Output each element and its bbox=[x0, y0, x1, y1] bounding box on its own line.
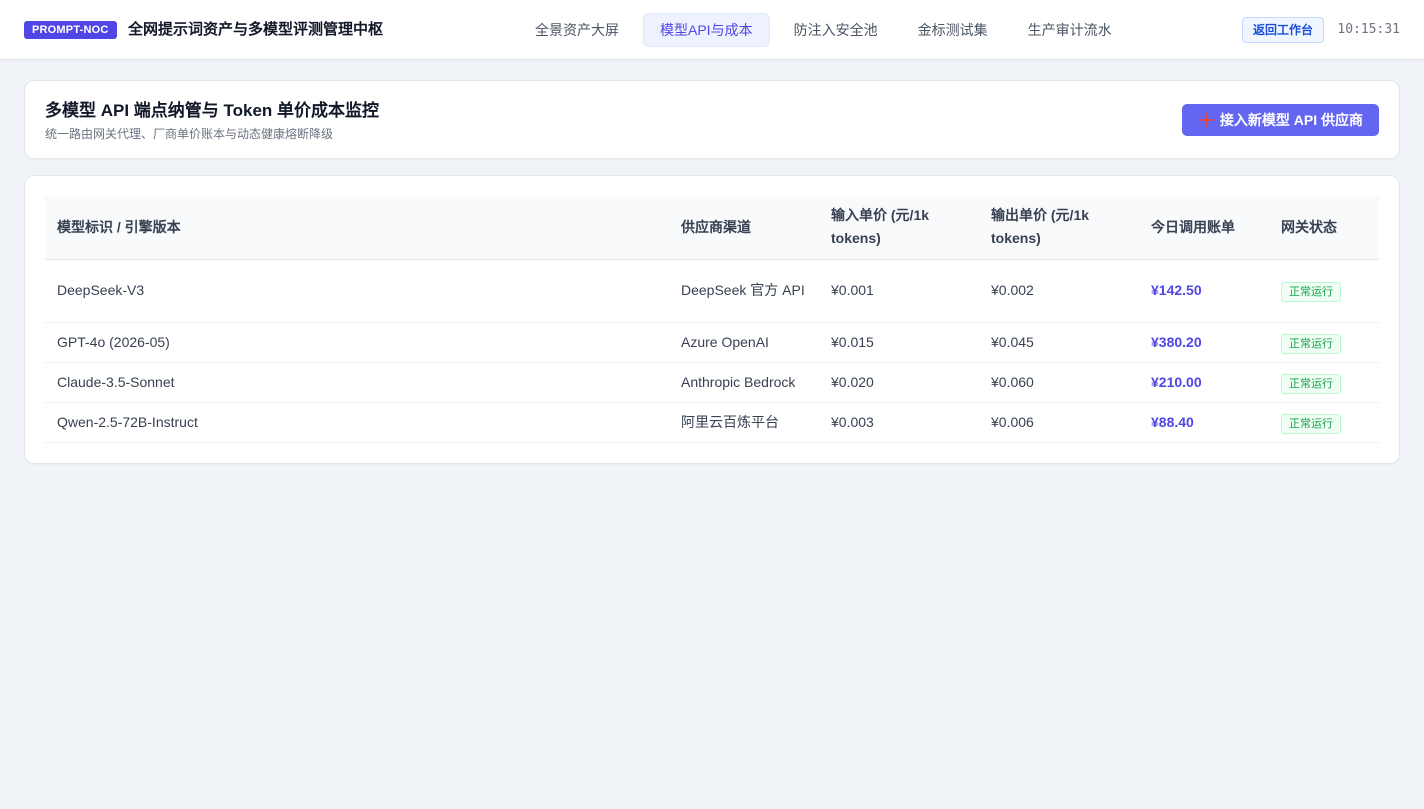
status-badge: 正常运行 bbox=[1281, 333, 1341, 354]
input-price-cell: ¥0.001 bbox=[819, 259, 979, 323]
page-subtitle: 统一路由网关代理、厂商单价账本与动态健康熔断降级 bbox=[45, 127, 334, 141]
plus-icon bbox=[1199, 112, 1214, 128]
input-price-cell: ¥0.020 bbox=[819, 362, 979, 403]
table-row[interactable]: Claude-3.5-Sonnet Anthropic Bedrock ¥0.0… bbox=[45, 362, 1379, 403]
provider-cell: DeepSeek 官方 API bbox=[669, 259, 819, 323]
add-provider-button[interactable]: 接入新模型 API 供应商 bbox=[1181, 104, 1379, 136]
brand-badge: PROMPT-NOC bbox=[24, 21, 117, 39]
tab-golden-testset[interactable]: 金标测试集 bbox=[902, 13, 1004, 47]
output-price-cell: ¥0.045 bbox=[979, 322, 1139, 363]
model-cell: DeepSeek-V3 bbox=[45, 259, 669, 323]
bill-cell: ¥88.40 bbox=[1139, 402, 1269, 443]
bill-cell: ¥210.00 bbox=[1139, 362, 1269, 403]
status-badge: 正常运行 bbox=[1281, 282, 1341, 302]
provider-cell: Anthropic Bedrock bbox=[669, 362, 819, 403]
input-price-cell: ¥0.003 bbox=[819, 402, 979, 443]
column-header-input-price: 输入单价 (元/1k tokens) bbox=[819, 196, 979, 260]
table-row[interactable]: Qwen-2.5-72B-Instruct 阿里云百炼平台 ¥0.003 ¥0.… bbox=[45, 402, 1379, 443]
bill-cell: ¥380.20 bbox=[1139, 322, 1269, 363]
model-cell: Qwen-2.5-72B-Instruct bbox=[45, 402, 669, 443]
status-badge: 正常运行 bbox=[1281, 413, 1341, 434]
output-price-cell: ¥0.002 bbox=[979, 259, 1139, 323]
page-title: 多模型 API 端点纳管与 Token 单价成本监控 bbox=[45, 101, 380, 120]
model-cell: Claude-3.5-Sonnet bbox=[45, 362, 669, 403]
tab-model-api-cost[interactable]: 模型API与成本 bbox=[643, 13, 770, 47]
model-table: 模型标识 / 引擎版本 供应商渠道 输入单价 (元/1k tokens) 输出单… bbox=[45, 196, 1379, 443]
input-price-cell: ¥0.015 bbox=[819, 322, 979, 363]
status-cell: 正常运行 bbox=[1269, 362, 1379, 403]
model-cell: GPT-4o (2026-05) bbox=[45, 322, 669, 363]
table-row[interactable]: DeepSeek-V3 DeepSeek 官方 API ¥0.001 ¥0.00… bbox=[45, 259, 1379, 323]
column-header-model: 模型标识 / 引擎版本 bbox=[45, 196, 669, 260]
page-header-card: 多模型 API 端点纳管与 Token 单价成本监控 统一路由网关代理、厂商单价… bbox=[24, 80, 1400, 159]
tab-injection-security[interactable]: 防注入安全池 bbox=[778, 13, 894, 47]
status-cell: 正常运行 bbox=[1269, 402, 1379, 443]
bill-cell: ¥142.50 bbox=[1139, 259, 1269, 323]
output-price-cell: ¥0.006 bbox=[979, 402, 1139, 443]
tab-audit-log[interactable]: 生产审计流水 bbox=[1012, 13, 1128, 47]
app-title: 全网提示词资产与多模型评测管理中枢 bbox=[128, 21, 384, 38]
tab-overview[interactable]: 全景资产大屏 bbox=[519, 13, 635, 47]
table-header-row: 模型标识 / 引擎版本 供应商渠道 输入单价 (元/1k tokens) 输出单… bbox=[45, 196, 1379, 260]
column-header-status: 网关状态 bbox=[1269, 196, 1379, 260]
back-to-workbench-button[interactable]: 返回工作台 bbox=[1242, 17, 1325, 43]
status-cell: 正常运行 bbox=[1269, 259, 1379, 323]
table-row[interactable]: GPT-4o (2026-05) Azure OpenAI ¥0.015 ¥0.… bbox=[45, 322, 1379, 363]
clock: 10:15:31 bbox=[1337, 22, 1400, 37]
status-badge: 正常运行 bbox=[1281, 373, 1341, 394]
main-nav: 全景资产大屏 模型API与成本 防注入安全池 金标测试集 生产审计流水 bbox=[519, 13, 1136, 47]
column-header-output-price: 输出单价 (元/1k tokens) bbox=[979, 196, 1139, 260]
column-header-provider: 供应商渠道 bbox=[669, 196, 819, 260]
add-provider-label: 接入新模型 API 供应商 bbox=[1219, 112, 1363, 128]
status-cell: 正常运行 bbox=[1269, 322, 1379, 363]
output-price-cell: ¥0.060 bbox=[979, 362, 1139, 403]
provider-cell: 阿里云百炼平台 bbox=[669, 402, 819, 443]
column-header-bill: 今日调用账单 bbox=[1139, 196, 1269, 260]
model-table-card: 模型标识 / 引擎版本 供应商渠道 输入单价 (元/1k tokens) 输出单… bbox=[24, 175, 1400, 464]
provider-cell: Azure OpenAI bbox=[669, 322, 819, 363]
top-bar: PROMPT-NOC 全网提示词资产与多模型评测管理中枢 全景资产大屏 模型AP… bbox=[0, 0, 1424, 60]
